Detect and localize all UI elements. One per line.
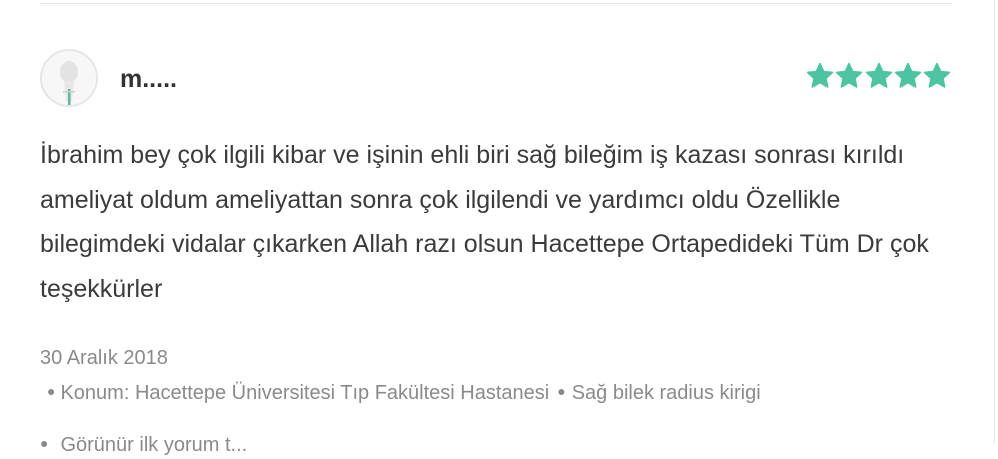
star-icon xyxy=(894,62,921,88)
star-icon xyxy=(865,62,892,88)
review-location: Konum: Hacettepe Üniversitesi Tıp Fakült… xyxy=(60,382,550,404)
review-date: 30 Aralık 2018 xyxy=(40,347,168,369)
reviewer-name: m..... xyxy=(120,65,177,93)
bullet-icon: ● xyxy=(47,383,56,399)
avatar xyxy=(40,49,98,107)
review-text: İbrahim bey çok ilgili kibar ve işinin e… xyxy=(40,141,929,303)
user-placeholder-icon xyxy=(42,51,96,105)
top-divider xyxy=(40,3,952,4)
star-icon xyxy=(836,62,863,88)
bullet-icon: ● xyxy=(40,435,49,451)
review-condition: Sağ bilek radius kirigi xyxy=(571,382,761,404)
star-icon xyxy=(923,62,951,88)
review-meta: ● Konum: Hacettepe Üniversitesi Tıp Fakül… xyxy=(47,380,761,407)
star-icon xyxy=(806,62,834,88)
bullet-icon: ● xyxy=(557,383,566,399)
review-footer-link[interactable]: ● Görünür ilk yorum t... xyxy=(40,432,247,459)
right-divider xyxy=(994,0,995,444)
review-footer-text: Görünür ilk yorum t... xyxy=(60,434,248,456)
star-rating xyxy=(806,61,951,91)
